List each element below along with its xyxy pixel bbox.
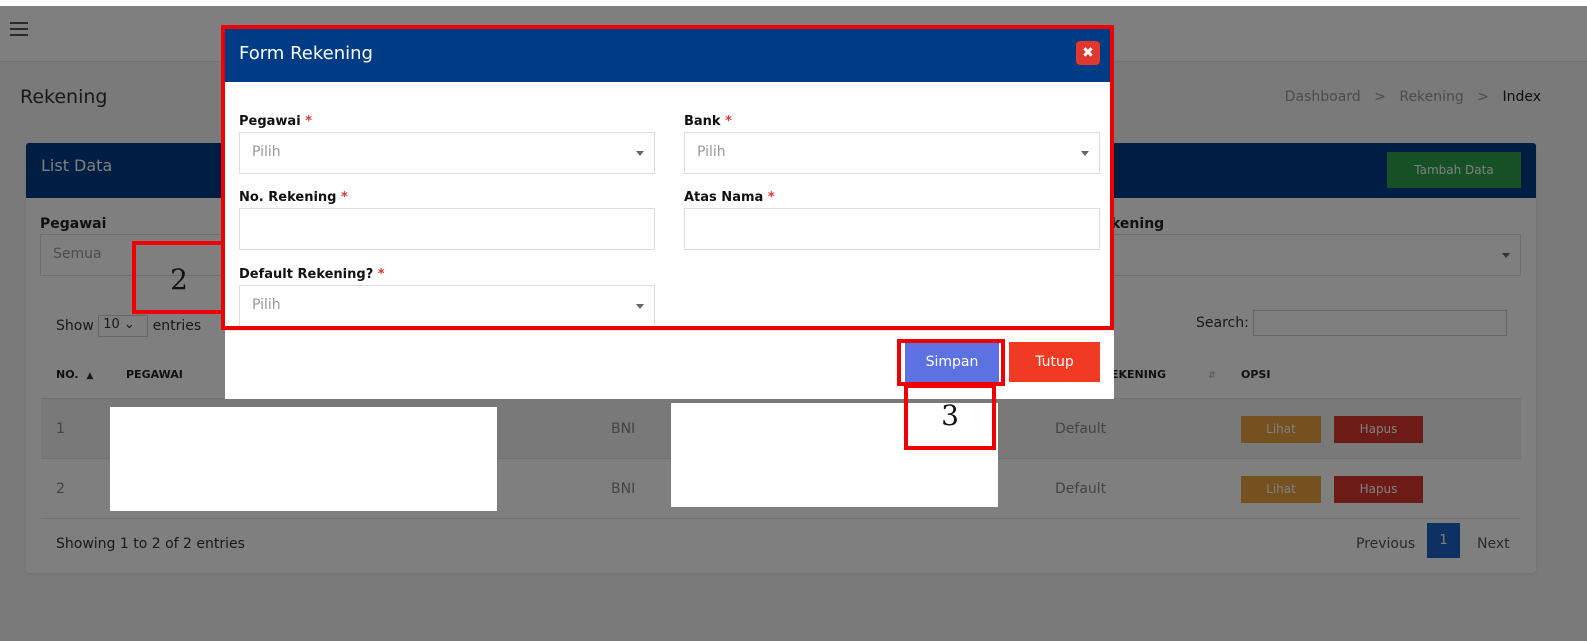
- annotation-box-simpan: [897, 339, 1005, 386]
- annotation-label-2: 2: [170, 263, 188, 296]
- annotation-label-3: 3: [941, 399, 959, 432]
- close-button[interactable]: Tutup: [1009, 342, 1100, 382]
- annotation-box-form: [221, 25, 1114, 330]
- redacted-pegawai-cell: [110, 407, 497, 511]
- modal-footer-divider: [225, 330, 1114, 331]
